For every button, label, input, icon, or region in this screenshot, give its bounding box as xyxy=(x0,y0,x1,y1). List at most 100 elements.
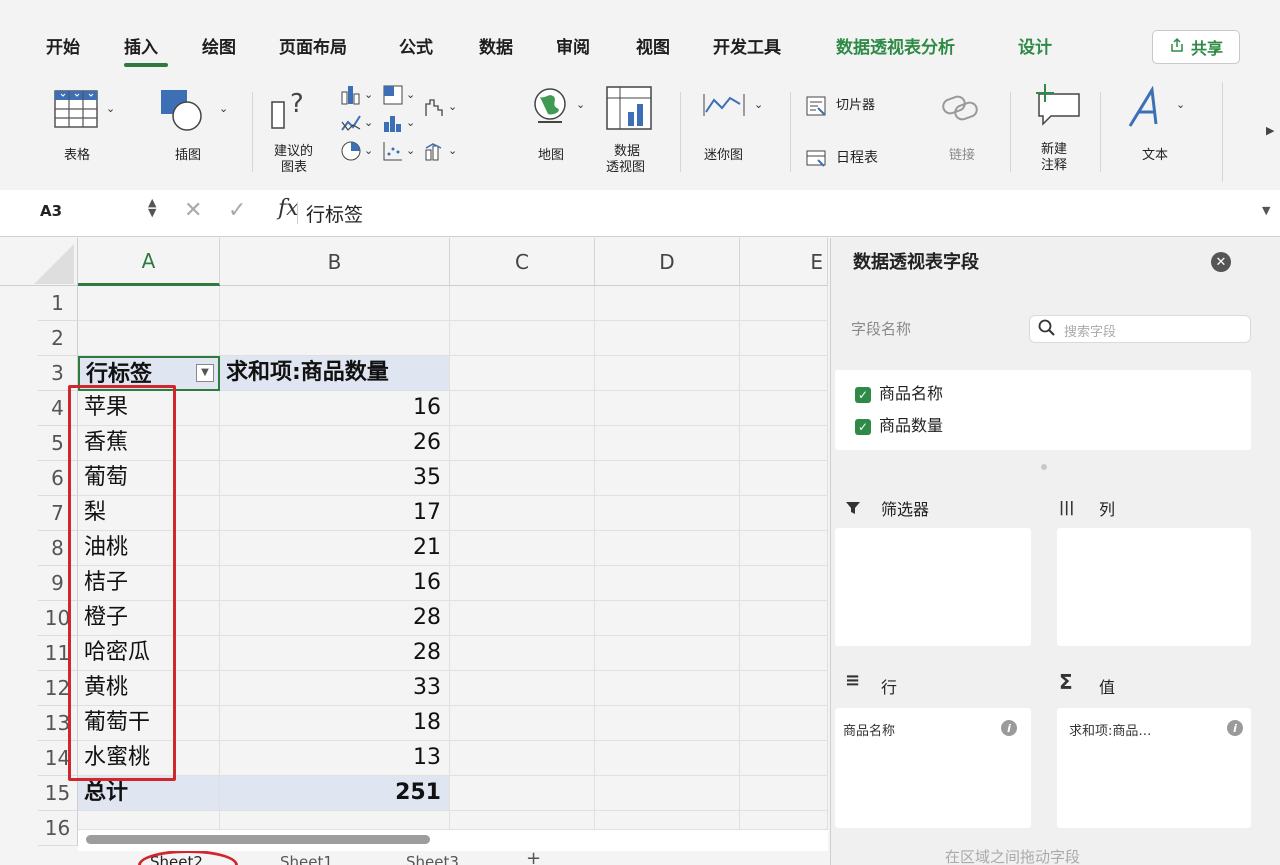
tab-view[interactable]: 视图 xyxy=(636,33,670,58)
splitter-dot[interactable] xyxy=(1041,464,1047,470)
grid-cell[interactable] xyxy=(450,566,595,601)
column-header-a[interactable]: A xyxy=(78,238,220,286)
recommended-charts-button[interactable]: ? 建议的 图表 xyxy=(270,82,322,182)
sheet-tab-sheet1[interactable]: Sheet1 xyxy=(280,853,333,865)
tab-page-layout[interactable]: 页面布局 xyxy=(279,33,347,58)
pivot-total-value[interactable]: 251 xyxy=(220,776,450,811)
field-item-product-name[interactable]: ✓ 商品名称 xyxy=(855,380,943,404)
column-header-b[interactable]: B xyxy=(220,238,450,286)
grid-cell[interactable] xyxy=(595,601,740,636)
grid-cell[interactable] xyxy=(740,531,828,566)
pivot-item-qty[interactable]: 18 xyxy=(220,706,450,741)
pie-chart-icon[interactable] xyxy=(340,140,362,166)
grid-cell[interactable] xyxy=(595,531,740,566)
grid-cell[interactable] xyxy=(450,356,595,391)
grid-cell[interactable] xyxy=(595,741,740,776)
grid-cell[interactable] xyxy=(595,356,740,391)
grid-cell[interactable] xyxy=(595,776,740,811)
grid-cell[interactable] xyxy=(595,391,740,426)
info-icon[interactable]: i xyxy=(1227,720,1243,736)
grid-cell[interactable] xyxy=(740,741,828,776)
table-button[interactable]: ⌄ 表格 xyxy=(50,82,140,177)
name-box[interactable]: A3 xyxy=(40,202,62,220)
tab-draw[interactable]: 绘图 xyxy=(202,33,236,58)
grid-cell[interactable] xyxy=(740,496,828,531)
link-button[interactable]: 链接 xyxy=(935,82,995,182)
sparklines-button[interactable]: ⌄ 迷你图 xyxy=(700,82,780,182)
grid-cell[interactable] xyxy=(595,671,740,706)
tab-insert[interactable]: 插入 xyxy=(124,33,158,58)
grid-cell[interactable] xyxy=(450,496,595,531)
grid-cell[interactable] xyxy=(595,426,740,461)
tab-developer[interactable]: 开发工具 xyxy=(713,33,781,58)
pivot-item-qty[interactable]: 17 xyxy=(220,496,450,531)
column-chart-icon[interactable] xyxy=(340,84,362,110)
grid-cell[interactable] xyxy=(595,286,740,321)
grid-scrollbar-thumb[interactable] xyxy=(86,835,430,844)
grid-cell[interactable] xyxy=(220,321,450,356)
pivot-item-qty[interactable]: 28 xyxy=(220,636,450,671)
grid-cell[interactable] xyxy=(450,321,595,356)
grid-cell[interactable] xyxy=(450,741,595,776)
grid-cell[interactable] xyxy=(740,601,828,636)
grid-cell[interactable] xyxy=(595,566,740,601)
column-header-c[interactable]: C xyxy=(450,238,595,286)
scatter-chart-icon[interactable] xyxy=(382,140,404,166)
pivot-item-qty[interactable]: 13 xyxy=(220,741,450,776)
pivot-total-label[interactable]: 总计 xyxy=(78,776,220,811)
column-header-e[interactable]: E xyxy=(740,238,828,286)
grid-cell[interactable] xyxy=(740,566,828,601)
grid-cell[interactable] xyxy=(450,286,595,321)
field-item-product-qty[interactable]: ✓ 商品数量 xyxy=(855,412,943,436)
tab-pivot-analyze[interactable]: 数据透视表分析 xyxy=(836,33,955,58)
column-header-d[interactable]: D xyxy=(595,238,740,286)
row-header[interactable]: 1 xyxy=(38,286,78,321)
pivot-item-qty[interactable]: 28 xyxy=(220,601,450,636)
slicer-button[interactable]: 切片器 xyxy=(806,94,906,118)
hierarchy-chart-icon[interactable] xyxy=(382,84,404,110)
sheet-tab-sheet3[interactable]: Sheet3 xyxy=(406,853,459,865)
add-sheet-icon[interactable]: + xyxy=(526,850,541,865)
values-field-chip[interactable]: 求和项:商品… xyxy=(1069,720,1151,739)
ribbon-scroll-right-icon[interactable]: ▶ xyxy=(1266,124,1274,137)
grid-cell[interactable] xyxy=(450,671,595,706)
rows-drop-area[interactable]: 商品名称 i xyxy=(835,708,1031,828)
grid-cell[interactable] xyxy=(450,776,595,811)
waterfall-chart-icon[interactable] xyxy=(424,96,446,122)
confirm-icon[interactable]: ✓ xyxy=(228,198,246,223)
expand-formula-icon[interactable]: ▼ xyxy=(1262,204,1270,217)
illustrations-button[interactable]: ⌄ 插图 xyxy=(155,82,245,177)
line-chart-icon[interactable] xyxy=(340,112,362,138)
grid-cell[interactable] xyxy=(450,461,595,496)
grid-cell[interactable] xyxy=(740,356,828,391)
grid-cell[interactable] xyxy=(740,391,828,426)
grid-cell[interactable] xyxy=(740,776,828,811)
grid-cell[interactable] xyxy=(740,636,828,671)
pivot-value-header[interactable]: 求和项:商品数量 xyxy=(220,356,450,391)
pivot-item-qty[interactable]: 21 xyxy=(220,531,450,566)
values-drop-area[interactable]: 求和项:商品… i xyxy=(1057,708,1251,828)
pivot-chart-button[interactable]: 数据 透视图 xyxy=(596,82,666,182)
new-comment-button[interactable]: 新建 注释 xyxy=(1025,78,1085,182)
grid-cell[interactable] xyxy=(595,706,740,741)
pivot-item-qty[interactable]: 33 xyxy=(220,671,450,706)
grid-cell[interactable] xyxy=(740,461,828,496)
tab-design[interactable]: 设计 xyxy=(1018,33,1052,58)
insert-function-icon[interactable]: fx xyxy=(278,196,299,221)
grid-cell[interactable] xyxy=(450,391,595,426)
tab-review[interactable]: 审阅 xyxy=(556,33,590,58)
tab-home[interactable]: 开始 xyxy=(46,33,80,58)
pivot-item-qty[interactable]: 26 xyxy=(220,426,450,461)
grid-cell[interactable] xyxy=(450,531,595,566)
grid-cell[interactable] xyxy=(78,321,220,356)
row-header[interactable]: 15 xyxy=(38,776,78,811)
name-box-stepper-icon[interactable]: ▲ ▼ xyxy=(148,197,156,218)
formula-input[interactable]: 行标签 xyxy=(306,200,363,227)
text-button[interactable]: ⌄ 文本 xyxy=(1120,82,1200,182)
pivot-item-qty[interactable]: 16 xyxy=(220,391,450,426)
grid-cell[interactable] xyxy=(740,286,828,321)
grid-cell[interactable] xyxy=(450,706,595,741)
row-header[interactable]: 2 xyxy=(38,321,78,356)
cancel-icon[interactable]: ✕ xyxy=(184,198,202,223)
grid-cell[interactable] xyxy=(78,286,220,321)
